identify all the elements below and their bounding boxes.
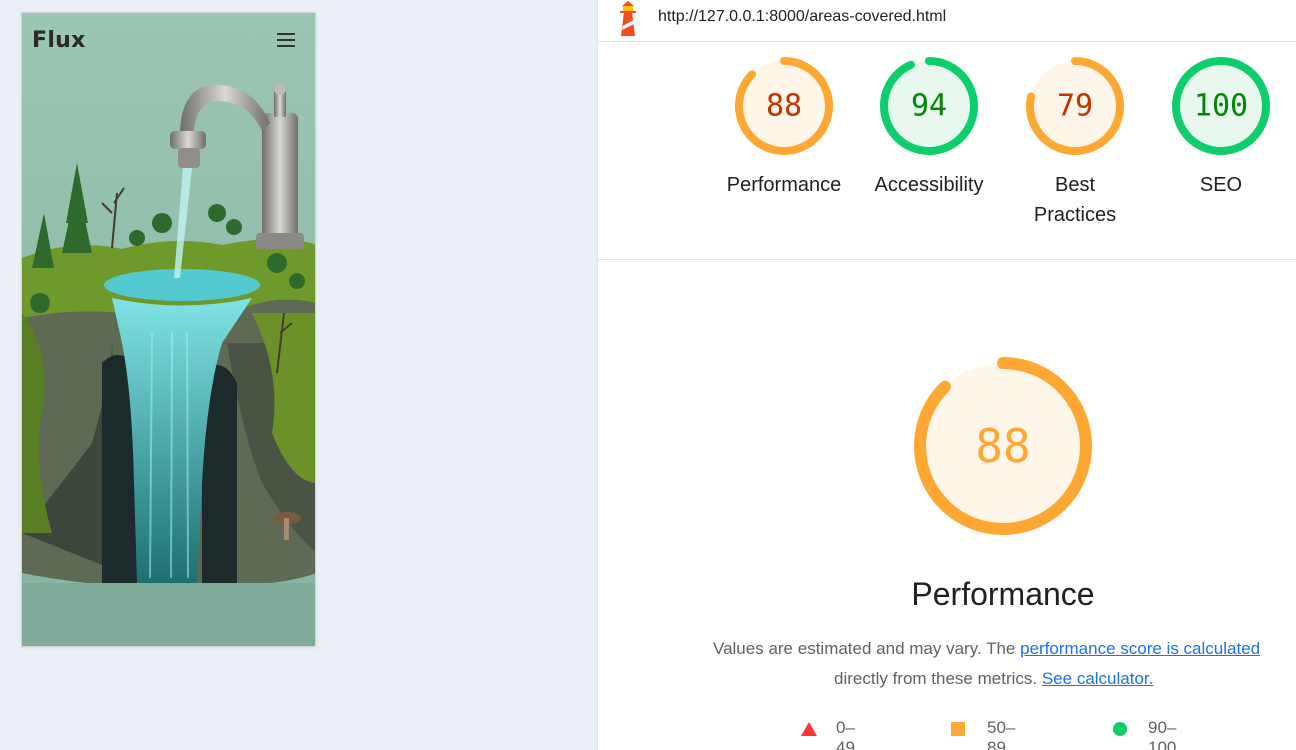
gauge-ring-accessibility: 94 <box>880 57 978 155</box>
square-icon <box>951 722 965 736</box>
legend-label: 90–100 <box>1148 718 1177 750</box>
gauge-label: Performance <box>726 174 842 196</box>
lighthouse-report: http://127.0.0.1:8000/areas-covered.html… <box>597 0 1296 750</box>
score-gauges: 88 Performance 94 Accessibility 79 Best … <box>598 42 1296 260</box>
gauge-score: 100 <box>1194 89 1248 124</box>
gauge-best-practices[interactable]: 79 Best Practices <box>1010 56 1140 230</box>
score-calculation-link[interactable]: performance score is calculated <box>1020 639 1260 658</box>
gauge-label: Accessibility <box>874 174 984 196</box>
desc-text: directly from these metrics. <box>834 669 1038 688</box>
lighthouse-icon <box>620 1 636 36</box>
mobile-preview: Flux <box>21 12 316 647</box>
gauge-score: 79 <box>1057 89 1093 124</box>
gauge-label: Best Practices <box>1033 174 1117 226</box>
legend-label: 0–49 <box>836 718 855 750</box>
report-url-bar: http://127.0.0.1:8000/areas-covered.html <box>598 0 1296 42</box>
brand-logo[interactable]: Flux <box>32 28 86 53</box>
menu-icon[interactable] <box>277 33 295 49</box>
gauge-score: 88 <box>975 419 1030 473</box>
hero-image <box>22 13 315 646</box>
preview-header: Flux <box>22 13 315 71</box>
performance-description-line2: directly from these metrics. See calcula… <box>834 664 1153 694</box>
gauge-label: SEO <box>1199 174 1243 196</box>
gauge-score: 88 <box>766 89 802 124</box>
performance-title: Performance <box>911 576 1095 612</box>
gauge-score: 94 <box>911 89 947 124</box>
gauge-ring-performance: 88 <box>735 57 833 155</box>
circle-icon <box>1113 722 1127 736</box>
performance-main-gauge: 88 <box>914 357 1092 535</box>
gauge-performance[interactable]: 88 Performance <box>719 56 849 200</box>
see-calculator-link[interactable]: See calculator. <box>1042 669 1154 688</box>
gauge-accessibility[interactable]: 94 Accessibility <box>864 56 994 200</box>
desc-text: Values are estimated and may vary. The <box>713 639 1016 658</box>
gauge-ring-best-practices: 79 <box>1026 57 1124 155</box>
gauge-seo[interactable]: 100 SEO <box>1156 56 1286 200</box>
legend-label: 50–89 <box>987 718 1016 750</box>
report-url[interactable]: http://127.0.0.1:8000/areas-covered.html <box>658 8 946 26</box>
triangle-icon <box>801 722 817 736</box>
performance-description: Values are estimated and may vary. The p… <box>713 634 1260 664</box>
gauge-ring-seo: 100 <box>1172 57 1270 155</box>
